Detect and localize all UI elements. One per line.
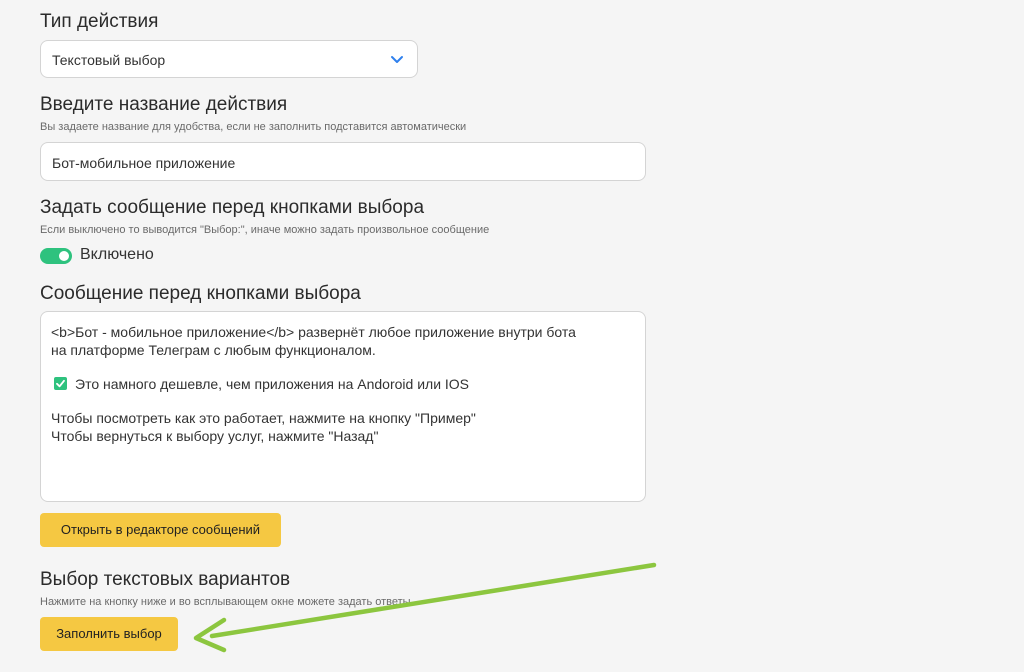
action-settings-page: Тип действия Текстовый выбор Введите наз… bbox=[0, 0, 1024, 672]
arrow-icon bbox=[193, 562, 657, 653]
